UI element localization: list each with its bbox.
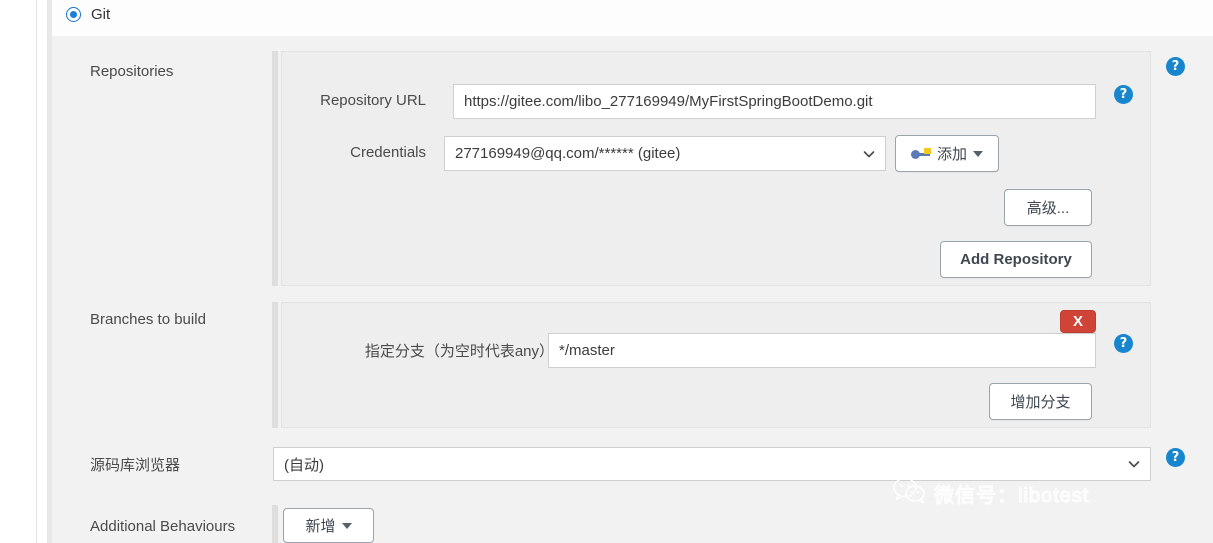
repository-url-help-icon[interactable]: ?	[1114, 85, 1133, 104]
chevron-down-icon	[1128, 458, 1140, 469]
delete-branch-button[interactable]: X	[1060, 310, 1096, 333]
branches-repeatable-marker	[272, 302, 278, 428]
branch-spec-label: 指定分支（为空时代表any）	[364, 343, 554, 360]
left-gutter	[0, 0, 36, 543]
repository-browser-value: (自动)	[284, 456, 324, 474]
jenkins-scm-config-screen: Git Repositories Repository URL ? Creden…	[0, 0, 1213, 543]
repositories-repeatable-marker	[272, 51, 278, 286]
scm-radio-label: Git	[91, 6, 111, 23]
advanced-button[interactable]: 高级...	[1004, 189, 1092, 226]
scm-config-panel: Git Repositories Repository URL ? Creden…	[52, 0, 1213, 543]
chevron-down-icon	[863, 148, 875, 159]
add-credentials-label: 添加	[936, 146, 967, 163]
add-branch-label: 增加分支	[1010, 394, 1071, 411]
repositories-label: Repositories	[90, 63, 174, 80]
add-credentials-button[interactable]: 添加	[895, 135, 999, 172]
credentials-selected-value: 277169949@qq.com/****** (gitee)	[455, 145, 681, 162]
repository-url-label: Repository URL	[320, 92, 426, 109]
caret-down-icon	[341, 522, 352, 529]
repository-browser-help-icon[interactable]: ?	[1166, 448, 1185, 467]
repository-url-input[interactable]	[453, 84, 1096, 119]
credentials-label: Credentials	[350, 144, 426, 161]
repository-browser-label: 源码库浏览器	[90, 457, 181, 474]
key-icon	[910, 147, 931, 161]
scm-radio-git[interactable]: Git	[66, 7, 110, 22]
branch-spec-input[interactable]	[548, 333, 1096, 368]
radio-selected-icon[interactable]	[66, 7, 81, 22]
add-behaviour-button[interactable]: 新增	[283, 508, 374, 543]
caret-down-icon	[973, 150, 983, 157]
scm-header: Git	[52, 0, 1213, 36]
credentials-select[interactable]: 277169949@qq.com/****** (gitee)	[444, 136, 886, 171]
left-divider-outer	[36, 0, 37, 543]
repository-browser-select[interactable]: (自动)	[273, 447, 1151, 481]
branches-to-build-label: Branches to build	[90, 311, 206, 328]
additional-behaviours-label: Additional Behaviours	[90, 518, 236, 535]
repositories-section-help-icon[interactable]: ?	[1166, 57, 1185, 76]
additional-behaviours-marker	[272, 505, 278, 543]
add-branch-button[interactable]: 增加分支	[989, 383, 1092, 420]
advanced-label: 高级...	[1026, 200, 1070, 217]
add-repository-label: Add Repository	[960, 251, 1072, 268]
add-repository-button[interactable]: Add Repository	[940, 241, 1092, 278]
add-behaviour-label: 新增	[305, 518, 336, 535]
branch-spec-help-icon[interactable]: ?	[1114, 334, 1133, 353]
